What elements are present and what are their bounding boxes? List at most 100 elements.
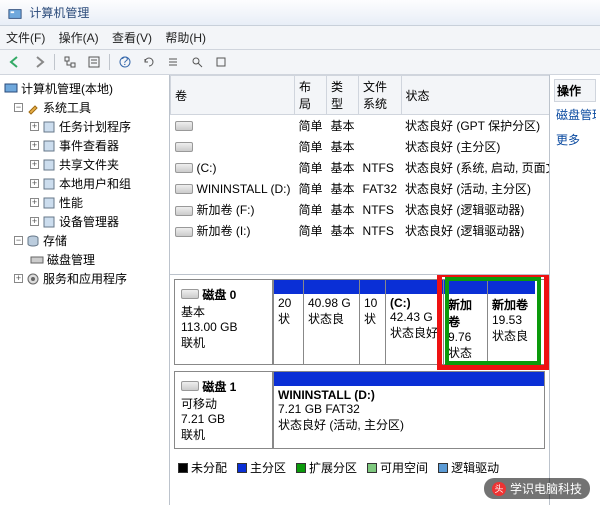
tree-icon[interactable] <box>61 53 79 71</box>
partition-size: 42.43 G <box>390 310 433 324</box>
toolbar: ? <box>0 50 600 75</box>
partition-size: 40.98 G <box>308 296 351 310</box>
tree-item[interactable]: +任务计划程序 <box>2 117 167 136</box>
disk-0[interactable]: 磁盘 0 基本 113.00 GB 联机 20状40.98 G状态良10状(C:… <box>174 279 545 365</box>
partition-status: 状态良好 <box>390 326 438 340</box>
volume-icon <box>175 227 193 237</box>
expand-icon[interactable]: + <box>30 141 39 150</box>
partition[interactable]: WININSTALL (D:) 7.21 GB FAT32 状态良好 (活动, … <box>273 372 544 448</box>
col-fs[interactable]: 文件系统 <box>359 76 401 115</box>
col-status[interactable]: 状态 <box>401 76 549 115</box>
volume-icon <box>175 184 193 194</box>
partition[interactable]: 新加卷19.53状态良 <box>487 280 535 364</box>
partition-status: 状 <box>364 312 376 326</box>
disk-type: 基本 <box>181 305 205 319</box>
storage-icon <box>26 234 40 248</box>
partition-status: 状态良 <box>492 329 528 343</box>
tree-disk-management[interactable]: 磁盘管理 <box>2 250 167 269</box>
table-row[interactable]: 新加卷 (I:)简单基本NTFS状态良好 (逻辑驱动器) <box>171 220 550 241</box>
back-icon[interactable] <box>6 53 24 71</box>
disk-title: 磁盘 0 <box>202 288 236 302</box>
partition-name: 新加卷 <box>448 298 472 329</box>
legend-unallocated: 未分配 <box>178 459 227 476</box>
tree-item[interactable]: + 设备管理器 <box>2 212 167 231</box>
tree-label: 存储 <box>43 232 67 249</box>
table-row[interactable]: WININSTALL (D:)简单基本FAT32状态良好 (活动, 主分区) <box>171 178 550 199</box>
partition-cap <box>304 280 359 294</box>
disk-1[interactable]: 磁盘 1 可移动 7.21 GB 联机 WININSTALL (D:) 7.21… <box>174 371 545 449</box>
tree-label: 共享文件夹 <box>59 156 119 173</box>
col-volume[interactable]: 卷 <box>171 76 295 115</box>
partition-cap <box>488 280 535 294</box>
users-icon <box>42 177 56 191</box>
find-icon[interactable] <box>188 53 206 71</box>
legend-logical: 逻辑驱动 <box>438 459 499 476</box>
partition[interactable]: 20状 <box>273 280 303 364</box>
tree-item[interactable]: +性能 <box>2 193 167 212</box>
volume-icon <box>175 163 193 173</box>
tree-item[interactable]: + 本地用户和组 <box>2 174 167 193</box>
services-icon <box>26 272 40 286</box>
expand-icon[interactable]: + <box>30 217 39 226</box>
expand-icon[interactable]: + <box>30 198 39 207</box>
tree-system-tools[interactable]: −系统工具 <box>2 98 167 117</box>
props-icon[interactable] <box>85 53 103 71</box>
col-layout[interactable]: 布局 <box>295 76 327 115</box>
expand-icon[interactable]: + <box>30 179 39 188</box>
app-icon <box>8 7 22 21</box>
table-row[interactable]: 简单基本状态良好 (GPT 保护分区) <box>171 115 550 137</box>
partition-cap <box>274 280 303 294</box>
volume-list: 卷 布局 类型 文件系统 状态 简单基本状态良好 (GPT 保护分区)简单基本状… <box>170 75 549 275</box>
legend: 未分配 主分区 扩展分区 可用空间 逻辑驱动 <box>174 455 545 480</box>
forward-icon[interactable] <box>30 53 48 71</box>
disk-map: 磁盘 0 基本 113.00 GB 联机 20状40.98 G状态良10状(C:… <box>170 275 549 505</box>
menubar: 文件(F) 操作(A) 查看(V) 帮助(H) <box>0 26 600 50</box>
expand-icon[interactable]: + <box>30 160 39 169</box>
avatar-icon: 头 <box>492 482 506 496</box>
menu-help[interactable]: 帮助(H) <box>165 31 206 45</box>
partition[interactable]: (C:)42.43 G 状态良好 <box>385 280 443 364</box>
disk-size: 7.21 GB <box>181 412 225 426</box>
watermark-text: 学识电脑科技 <box>510 480 582 497</box>
tree-root[interactable]: 计算机管理(本地) <box>2 79 167 98</box>
partition-name: (C:) <box>390 296 411 310</box>
action-disk-management[interactable]: 磁盘管理 <box>554 102 596 127</box>
expand-icon[interactable]: + <box>14 274 23 283</box>
legend-primary: 主分区 <box>237 459 286 476</box>
tree-item[interactable]: +事件查看器 <box>2 136 167 155</box>
tree-label: 设备管理器 <box>59 213 119 230</box>
list-icon[interactable] <box>164 53 182 71</box>
partition-size: 20 <box>278 296 291 310</box>
partition-size: 7.21 GB FAT32 <box>278 402 360 416</box>
tree-label: 服务和应用程序 <box>43 270 127 287</box>
help-icon[interactable]: ? <box>116 53 134 71</box>
watermark: 头 学识电脑科技 <box>484 478 590 499</box>
partition[interactable]: 10状 <box>359 280 385 364</box>
table-row[interactable]: (C:)简单基本NTFS状态良好 (系统, 启动, 页面文 <box>171 157 550 178</box>
action-more[interactable]: 更多 <box>554 127 596 152</box>
collapse-icon[interactable]: − <box>14 236 23 245</box>
menu-action[interactable]: 操作(A) <box>59 31 99 45</box>
table-row[interactable]: 新加卷 (F:)简单基本NTFS状态良好 (逻辑驱动器) <box>171 199 550 220</box>
disk-header: 磁盘 1 可移动 7.21 GB 联机 <box>175 372 273 448</box>
partition[interactable]: 新加卷9.76状态良 <box>443 280 487 364</box>
table-row[interactable]: 简单基本状态良好 (主分区) <box>171 136 550 157</box>
volume-icon <box>175 142 193 152</box>
disk-title: 磁盘 1 <box>202 380 236 394</box>
partition-cap <box>360 280 385 294</box>
expand-icon[interactable]: + <box>30 122 39 131</box>
tree-item[interactable]: + 共享文件夹 <box>2 155 167 174</box>
collapse-icon[interactable]: − <box>14 103 23 112</box>
volume-icon <box>175 121 193 131</box>
col-type[interactable]: 类型 <box>327 76 359 115</box>
tree-services[interactable]: + 服务和应用程序 <box>2 269 167 288</box>
tree-storage[interactable]: − 存储 <box>2 231 167 250</box>
actions-header: 操作 <box>554 79 596 102</box>
refresh-icon[interactable] <box>140 53 158 71</box>
partition[interactable]: 40.98 G状态良 <box>303 280 359 364</box>
tree-label: 本地用户和组 <box>59 175 131 192</box>
menu-view[interactable]: 查看(V) <box>112 31 152 45</box>
partition-name: WININSTALL (D:) <box>278 388 375 402</box>
settings-icon[interactable] <box>212 53 230 71</box>
menu-file[interactable]: 文件(F) <box>6 31 45 45</box>
